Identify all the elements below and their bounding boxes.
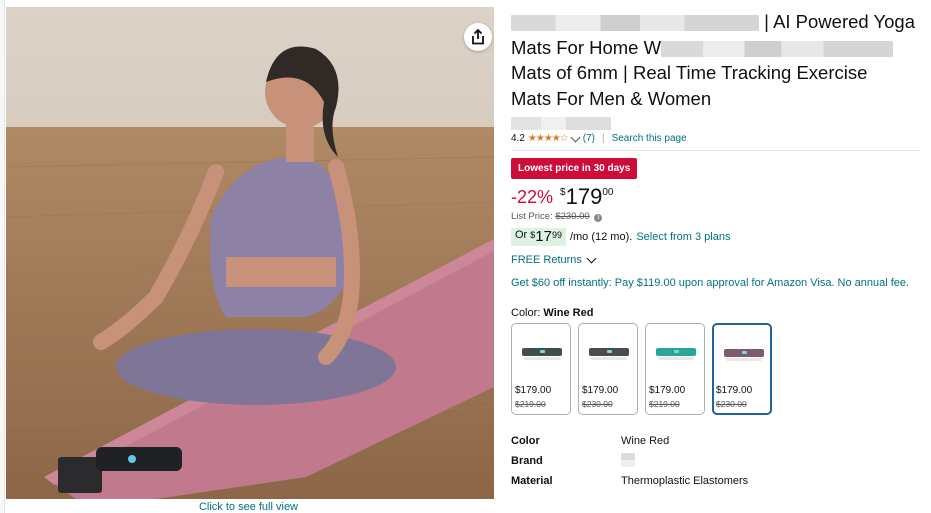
monthly-term: /mo (12 mo). xyxy=(569,231,633,243)
product-main-image[interactable] xyxy=(6,7,494,499)
spec-value: Wine Red xyxy=(621,435,670,447)
redacted-brand-value xyxy=(621,452,635,467)
price-fraction: 00 xyxy=(602,187,614,198)
thumbnail-shadow xyxy=(524,357,560,360)
share-button[interactable] xyxy=(464,23,492,51)
price-row: -22% $ 179 00 xyxy=(511,185,921,209)
yoga-scene-image xyxy=(6,7,494,499)
spec-key: Brand xyxy=(511,455,543,467)
title-line-1: | AI Powered Yoga xyxy=(759,11,916,32)
spec-key: Color xyxy=(511,435,540,447)
color-swatch-2[interactable]: $179.00 $230.00 xyxy=(578,323,638,415)
free-returns-label: FREE Returns xyxy=(511,254,582,266)
device-thumbnail-icon xyxy=(522,348,562,356)
swatch-price: $179.00 xyxy=(649,385,686,396)
select-plans-link[interactable]: Select from 3 plans xyxy=(636,231,730,243)
free-returns-link[interactable]: FREE Returns xyxy=(511,253,921,266)
deal-badge: Lowest price in 30 days xyxy=(511,158,638,179)
star-rating-icon[interactable]: ★★★★☆ xyxy=(528,133,569,144)
title-line-3: Mats of 6mm | Real Time Tracking Exercis… xyxy=(511,62,868,83)
swatch-price: $179.00 xyxy=(582,385,619,396)
product-details: | AI Powered Yoga Mats For Home W Mats o… xyxy=(511,9,921,491)
color-swatch-3[interactable]: $179.00 $219.00 xyxy=(645,323,705,415)
redacted-brand-text xyxy=(511,15,759,32)
title-line-2: Mats For Home W xyxy=(511,36,662,58)
price-whole: 179 xyxy=(565,184,603,209)
monthly-price-fraction: 99 xyxy=(551,230,562,240)
selected-color-value: Wine Red xyxy=(543,307,594,319)
title-line-4: Mats For Men & Women xyxy=(511,87,712,109)
device-thumbnail-icon xyxy=(724,349,764,357)
monthly-prefix: Or xyxy=(515,229,528,241)
product-specs-table: Color Wine Red Brand Material Thermoplas… xyxy=(511,431,921,491)
thumbnail-shadow xyxy=(658,357,694,360)
chevron-down-icon[interactable] xyxy=(570,132,581,142)
monthly-price-whole: 17 xyxy=(535,228,552,245)
color-label: Color: xyxy=(511,307,541,319)
redacted-store-link xyxy=(511,117,611,130)
spec-row-material: Material Thermoplastic Elastomers xyxy=(511,471,921,491)
monthly-payment-row: Or $ 17 99 /mo (12 mo). Select from 3 pl… xyxy=(511,228,921,246)
redacted-title-text xyxy=(661,40,894,57)
info-icon[interactable]: i xyxy=(594,214,603,222)
thumbnail-shadow xyxy=(591,357,627,360)
device-thumbnail-icon xyxy=(589,348,629,356)
spec-value xyxy=(621,452,635,470)
swatch-price: $179.00 xyxy=(716,385,753,396)
swatch-list-price: $219.00 xyxy=(649,399,680,409)
spec-row-color: Color Wine Red xyxy=(511,431,921,451)
color-swatch-list: $179.00 $219.00 $179.00 $230.00 $179.00 … xyxy=(511,323,921,415)
list-price-row: List Price: $230.00 i xyxy=(511,211,921,222)
list-price-value: $230.00 xyxy=(555,211,590,222)
swatch-price: $179.00 xyxy=(515,385,552,396)
color-swatch-1[interactable]: $179.00 $219.00 xyxy=(511,323,571,415)
card-offer-link[interactable]: Get $60 off instantly: Pay $119.00 upon … xyxy=(511,276,921,291)
divider: | xyxy=(601,133,605,144)
left-edge-strip xyxy=(0,0,5,513)
rating-value: 4.2 xyxy=(511,133,525,144)
swatch-list-price: $230.00 xyxy=(716,399,747,409)
color-label-row: Color: Wine Red xyxy=(511,307,921,319)
discount-percent: -22% xyxy=(511,187,554,207)
spec-row-brand: Brand xyxy=(511,451,921,471)
list-price-label: List Price: xyxy=(511,211,553,222)
spec-key: Material xyxy=(511,475,553,487)
spec-value: Thermoplastic Elastomers xyxy=(621,475,749,487)
full-view-link[interactable]: Click to see full view xyxy=(0,501,497,513)
color-swatch-wine-red-selected[interactable]: $179.00 $230.00 xyxy=(712,323,772,415)
rating-row: 4.2 ★★★★☆ (7) | Search this page xyxy=(511,132,921,144)
swatch-list-price: $230.00 xyxy=(582,399,613,409)
share-icon xyxy=(472,29,484,45)
monthly-price-highlight: Or $ 17 99 xyxy=(511,228,566,246)
swatch-list-price: $219.00 xyxy=(515,399,546,409)
product-title[interactable]: | AI Powered Yoga Mats For Home W Mats o… xyxy=(511,9,921,111)
search-this-page-link[interactable]: Search this page xyxy=(612,133,687,144)
thumbnail-shadow xyxy=(726,358,762,361)
divider-line xyxy=(511,150,921,151)
device-thumbnail-icon xyxy=(656,348,696,356)
review-count-link[interactable]: (7) xyxy=(583,133,595,144)
chevron-down-icon xyxy=(586,253,597,263)
